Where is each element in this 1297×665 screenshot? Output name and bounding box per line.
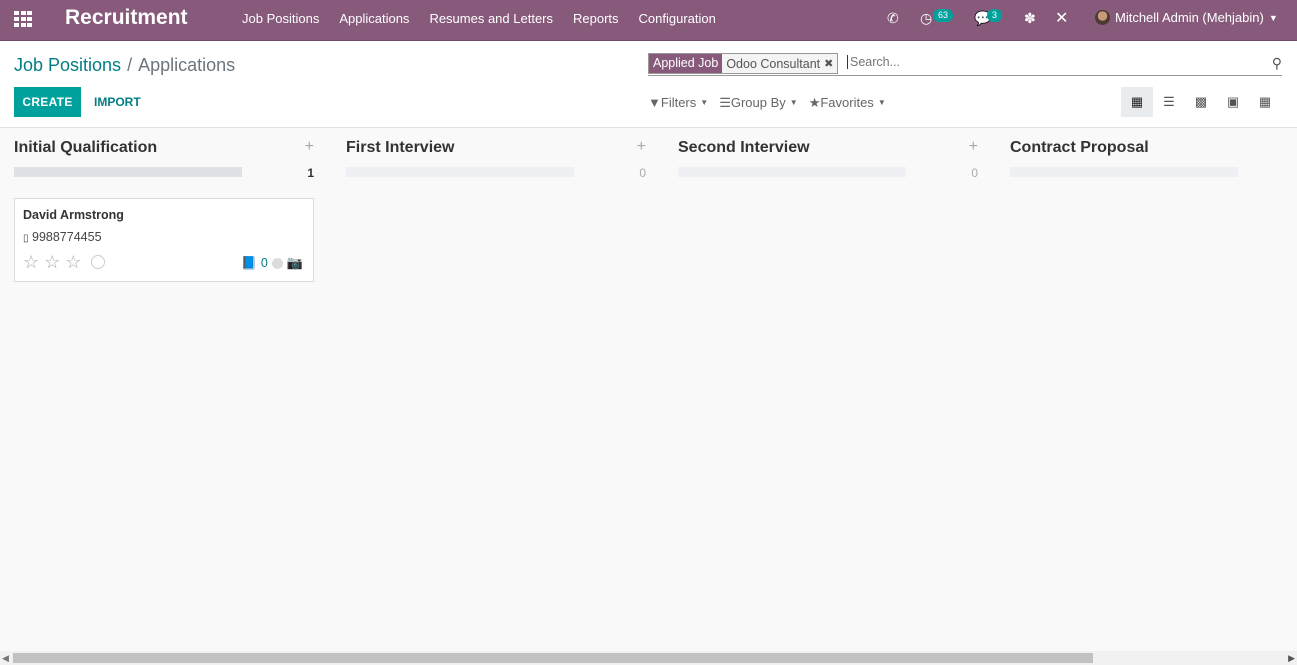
search-facet: Applied Job Odoo Consultant ✖	[648, 53, 839, 74]
debug-bug-icon[interactable]: ✽	[1024, 10, 1036, 27]
menu-reports[interactable]: Reports	[573, 11, 619, 26]
book-icon: 📘	[241, 255, 257, 270]
graph-view-button[interactable]: ▩	[1185, 87, 1217, 117]
quick-create-icon[interactable]: +	[969, 138, 978, 156]
favorites-label: Favorites	[820, 95, 874, 110]
activities-badge: 63	[933, 9, 954, 22]
star-empty-icon[interactable]: ☆	[23, 252, 39, 273]
applicant-name: David Armstrong	[23, 208, 124, 222]
messages-badge: 3	[987, 9, 1003, 22]
remove-facet-icon[interactable]: ✖	[824, 57, 833, 70]
breadcrumb-current: Applications	[138, 55, 236, 75]
control-panel: Job Positions / Applications CREATE IMPORT…	[0, 41, 1297, 128]
column-progress-bar[interactable]	[678, 167, 906, 177]
filters-label: Filters	[660, 95, 697, 110]
menu-resumes-and-letters[interactable]: Resumes and Letters	[429, 11, 553, 26]
activity-clock-icon[interactable]	[91, 255, 105, 269]
caret-down-icon: ▼	[1268, 12, 1278, 23]
calendar-view-button[interactable]: ▣	[1217, 87, 1249, 117]
star-icon: ★	[808, 95, 821, 110]
scroll-right-icon[interactable]: ▶	[1288, 653, 1295, 664]
favorites-dropdown[interactable]: ★Favorites ▼	[809, 95, 886, 111]
column-title[interactable]: Second Interview	[678, 139, 810, 157]
column-count: 0	[639, 166, 646, 180]
column-progress-bar[interactable]	[1010, 167, 1238, 177]
column-title[interactable]: Contract Proposal	[1010, 139, 1149, 157]
quick-create-icon[interactable]: +	[637, 138, 646, 156]
star-empty-icon[interactable]: ☆	[44, 252, 60, 273]
search-input[interactable]	[847, 55, 1247, 69]
facet-value: Odoo Consultant	[726, 56, 821, 71]
breadcrumb: Job Positions / Applications	[14, 55, 235, 76]
applicant-phone: ▯ 9988774455	[23, 230, 102, 244]
scroll-left-icon[interactable]: ◀	[2, 653, 9, 664]
search-icon[interactable]: ⚲	[1272, 55, 1282, 72]
user-name: Mitchell Admin (Mehjabin)	[1115, 10, 1264, 25]
phone-number: 9988774455	[32, 230, 102, 244]
quick-create-icon[interactable]: +	[305, 138, 314, 156]
import-button[interactable]: IMPORT	[94, 95, 141, 109]
search-bar: Applied Job Odoo Consultant✖ ⚲	[648, 53, 1282, 76]
column-progress-bar[interactable]	[346, 167, 574, 177]
scrollbar-thumb[interactable]	[13, 653, 1093, 663]
filter-icon: ▼	[648, 95, 661, 110]
mobile-icon: ▯	[23, 233, 29, 244]
list-view-button[interactable]: ☰	[1153, 87, 1185, 117]
phone-icon[interactable]: ✆	[887, 10, 899, 27]
menu-configuration[interactable]: Configuration	[639, 11, 716, 26]
kanban-card[interactable]: David Armstrong ▯ 9988774455 ☆ ☆ ☆ 📘 0 📷	[14, 198, 314, 282]
create-button[interactable]: CREATE	[14, 87, 81, 117]
menu-applications[interactable]: Applications	[339, 11, 409, 26]
priority-stars[interactable]: ☆ ☆ ☆	[23, 252, 81, 273]
group-by-icon: ☰	[719, 95, 731, 110]
breadcrumb-separator: /	[127, 55, 133, 75]
group-by-dropdown[interactable]: ☰Group By ▼	[719, 95, 798, 111]
tools-icon[interactable]: ✕	[1055, 8, 1068, 28]
horizontal-scrollbar[interactable]: ◀ ▶	[0, 651, 1297, 665]
camera-avatar-icon: 📷	[286, 255, 303, 270]
kanban-view-button[interactable]: ▦	[1121, 87, 1153, 117]
column-title[interactable]: Initial Qualification	[14, 139, 157, 157]
filters-dropdown[interactable]: ▼Filters ▼	[648, 95, 708, 111]
pivot-view-button[interactable]: ▦	[1249, 87, 1281, 117]
column-count: 1	[307, 166, 314, 180]
user-menu[interactable]: Mitchell Admin (Mehjabin) ▼	[1095, 10, 1278, 25]
column-title[interactable]: First Interview	[346, 139, 454, 157]
star-empty-icon[interactable]: ☆	[65, 252, 81, 273]
app-title: Recruitment	[65, 6, 188, 29]
kanban-state-dot[interactable]	[271, 257, 283, 269]
avatar	[1095, 10, 1110, 25]
group-by-label: Group By	[730, 95, 786, 110]
attachment-count[interactable]: 0	[261, 256, 268, 270]
facet-category: Applied Job	[649, 54, 723, 73]
column-count: 0	[971, 166, 978, 180]
column-progress-bar[interactable]	[14, 167, 242, 177]
top-navbar: Recruitment Job Positions Applications R…	[0, 0, 1297, 41]
menu-job-positions[interactable]: Job Positions	[242, 11, 319, 26]
activities-icon[interactable]: ◷	[920, 10, 932, 27]
apps-menu-icon[interactable]	[14, 11, 32, 27]
breadcrumb-job-positions[interactable]: Job Positions	[14, 55, 121, 75]
